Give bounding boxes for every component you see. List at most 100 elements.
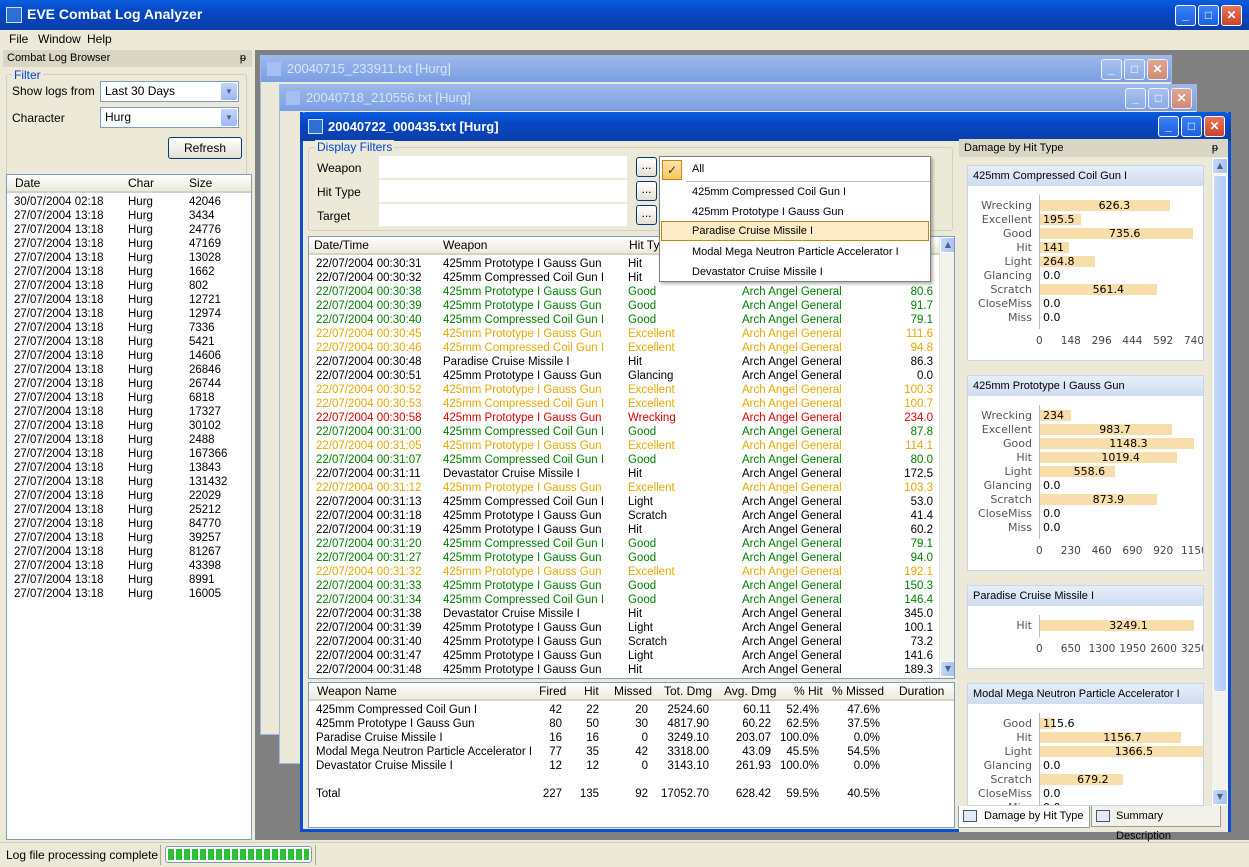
combat-log-table[interactable]: Date/Time Weapon Hit Type 22/07/2004 00:… [308, 236, 955, 679]
log-file-row[interactable]: 27/07/2004 13:18 Hurg 3434 [7, 209, 251, 223]
damage-panel-scrollbar[interactable]: ▲ ▼ [1211, 158, 1228, 806]
log-row[interactable]: 22/07/2004 00:31:38 Devastator Cruise Mis… [309, 607, 939, 621]
col-datetime[interactable]: Date/Time [314, 237, 369, 254]
log-row[interactable]: 22/07/2004 00:31:11 Devastator Cruise Mis… [309, 467, 939, 481]
dropdown-item-all[interactable]: All [692, 163, 704, 175]
dropdown-item-coil[interactable]: 425mm Compressed Coil Gun I [692, 186, 846, 198]
log-row[interactable]: 22/07/2004 00:31:34 425mm Compressed Coil… [309, 593, 939, 607]
pin-icon[interactable]: ᵽ [240, 50, 246, 67]
log-file-row[interactable]: 27/07/2004 13:18 Hurg 84770 [7, 517, 251, 531]
col-missed[interactable]: Missed [614, 683, 652, 700]
col-duration[interactable]: Duration [899, 683, 944, 700]
log-row[interactable]: 22/07/2004 00:31:07 425mm Compressed Coil… [309, 453, 939, 467]
log-row[interactable]: 22/07/2004 00:31:48 425mm Prototype I Gau… [309, 663, 939, 677]
col-tot-dmg[interactable]: Tot. Dmg [664, 683, 712, 700]
summary-row[interactable]: Devastator Cruise Missile I 12 12 0 3143.10 2… [309, 759, 954, 773]
log-file-row[interactable]: 27/07/2004 13:18 Hurg 16005 [7, 587, 251, 601]
log-file-row[interactable]: 27/07/2004 13:18 Hurg 802 [7, 279, 251, 293]
weapon-filter-button[interactable]: ... [636, 157, 657, 177]
close-button[interactable]: ✕ [1171, 88, 1192, 109]
log-file-row[interactable]: 27/07/2004 13:18 Hurg 24776 [7, 223, 251, 237]
col-char[interactable]: Char [128, 175, 154, 192]
log-row[interactable]: 22/07/2004 00:31:39 425mm Prototype I Gau… [309, 621, 939, 635]
menu-window[interactable]: Window [38, 32, 81, 46]
log-row[interactable]: 22/07/2004 00:30:53 425mm Compressed Coil… [309, 397, 939, 411]
maximize-button[interactable]: □ [1198, 5, 1219, 26]
chevron-down-icon[interactable]: ▼ [221, 109, 237, 126]
log-file-row[interactable]: 27/07/2004 13:18 Hurg 39257 [7, 531, 251, 545]
log-file-row[interactable]: 27/07/2004 13:18 Hurg 12974 [7, 307, 251, 321]
summary-row[interactable]: Modal Mega Neutron Particle Accelerator … [309, 745, 954, 759]
log-file-row[interactable]: 27/07/2004 13:18 Hurg 8991 [7, 573, 251, 587]
tab-damage-by-hit-type[interactable]: Damage by Hit Type [958, 806, 1090, 828]
maximize-button[interactable]: □ [1124, 59, 1145, 80]
log-row[interactable]: 22/07/2004 00:31:47 425mm Prototype I Gau… [309, 649, 939, 663]
show-logs-select[interactable]: Last 30 Days ▼ [100, 81, 239, 102]
target-filter-field[interactable] [379, 204, 627, 226]
weapon-filter-field[interactable] [379, 156, 627, 178]
log-file-row[interactable]: 27/07/2004 13:18 Hurg 26744 [7, 377, 251, 391]
log-row[interactable]: 22/07/2004 00:31:40 425mm Prototype I Gau… [309, 635, 939, 649]
log-row[interactable]: 22/07/2004 00:30:58 425mm Prototype I Gau… [309, 411, 939, 425]
log-row[interactable]: 22/07/2004 00:31:18 425mm Prototype I Gau… [309, 509, 939, 523]
pin-icon[interactable]: ᵽ [1212, 139, 1218, 157]
dropdown-item-modal[interactable]: Modal Mega Neutron Particle Accelerator … [692, 246, 899, 258]
log-row[interactable]: 22/07/2004 00:31:33 425mm Prototype I Gau… [309, 579, 939, 593]
log-row[interactable]: 22/07/2004 00:30:38 425mm Prototype I Gau… [309, 285, 939, 299]
log-file-row[interactable]: 27/07/2004 13:18 Hurg 14606 [7, 349, 251, 363]
minimize-button[interactable]: _ [1125, 88, 1146, 109]
tab-summary-description[interactable]: Summary Description [1091, 806, 1221, 842]
log-row[interactable]: 22/07/2004 00:31:27 425mm Prototype I Gau… [309, 551, 939, 565]
log-file-row[interactable]: 27/07/2004 13:18 Hurg 12721 [7, 293, 251, 307]
log-table-scrollbar[interactable]: ▲ ▼ [939, 237, 954, 678]
close-button[interactable]: ✕ [1221, 5, 1242, 26]
dropdown-item-gauss[interactable]: 425mm Prototype I Gauss Gun [692, 206, 844, 218]
all-checkbox[interactable]: ✓ [662, 160, 682, 180]
minimize-button[interactable]: _ [1175, 5, 1196, 26]
log-file-row[interactable]: 27/07/2004 13:18 Hurg 5421 [7, 335, 251, 349]
col-weapon-name[interactable]: Weapon Name [317, 683, 397, 700]
col-fired[interactable]: Fired [539, 683, 566, 700]
log-file-row[interactable]: 27/07/2004 13:18 Hurg 13028 [7, 251, 251, 265]
minimize-button[interactable]: _ [1158, 116, 1179, 137]
scroll-up-icon[interactable]: ▲ [940, 237, 954, 253]
log-file-row[interactable]: 27/07/2004 13:18 Hurg 167366 [7, 447, 251, 461]
menu-help[interactable]: Help [87, 32, 112, 46]
col-hit[interactable]: Hit [584, 683, 599, 700]
log-file-row[interactable]: 27/07/2004 13:18 Hurg 25212 [7, 503, 251, 517]
log-file-row[interactable]: 27/07/2004 13:18 Hurg 81267 [7, 545, 251, 559]
character-select[interactable]: Hurg ▼ [100, 107, 239, 128]
summary-table[interactable]: Weapon Name Fired Hit Missed Tot. Dmg Av… [308, 682, 955, 828]
log-row[interactable]: 22/07/2004 00:30:51 425mm Prototype I Gau… [309, 369, 939, 383]
log-row[interactable]: 22/07/2004 00:31:20 425mm Compressed Coil… [309, 537, 939, 551]
log-file-row[interactable]: 27/07/2004 13:18 Hurg 7336 [7, 321, 251, 335]
log-file-row[interactable]: 27/07/2004 13:18 Hurg 131432 [7, 475, 251, 489]
chevron-down-icon[interactable]: ▼ [221, 83, 237, 100]
refresh-button[interactable]: Refresh [168, 137, 242, 159]
hittype-filter-field[interactable] [379, 180, 627, 202]
log-row[interactable]: 22/07/2004 00:30:48 Paradise Cruise Missi… [309, 355, 939, 369]
col-avg-dmg[interactable]: Avg. Dmg [724, 683, 776, 700]
maximize-button[interactable]: □ [1181, 116, 1202, 137]
col-pct-missed[interactable]: % Missed [832, 683, 884, 700]
summary-total-row[interactable]: Total 227 135 92 17052.70 628.42 59.5% 40.5% [309, 787, 954, 801]
log-row[interactable]: 22/07/2004 00:30:45 425mm Prototype I Gau… [309, 327, 939, 341]
scroll-down-icon[interactable]: ▼ [1212, 789, 1228, 805]
log-file-row[interactable]: 27/07/2004 13:18 Hurg 1662 [7, 265, 251, 279]
log-row[interactable]: 22/07/2004 00:30:39 425mm Prototype I Gau… [309, 299, 939, 313]
log-row[interactable]: 22/07/2004 00:31:05 425mm Prototype I Gau… [309, 439, 939, 453]
dropdown-item-devastator[interactable]: Devastator Cruise Missile I [692, 266, 823, 278]
log-file-row[interactable]: 27/07/2004 13:18 Hurg 30102 [7, 419, 251, 433]
log-file-row[interactable]: 27/07/2004 13:18 Hurg 22029 [7, 489, 251, 503]
log-file-list[interactable]: Date Char Size 30/07/2004 02:18 Hurg 42046… [6, 174, 252, 840]
minimize-button[interactable]: _ [1101, 59, 1122, 80]
scroll-down-icon[interactable]: ▼ [940, 661, 954, 677]
log-row[interactable]: 22/07/2004 00:31:12 425mm Prototype I Gau… [309, 481, 939, 495]
col-size[interactable]: Size [189, 175, 212, 192]
maximize-button[interactable]: □ [1148, 88, 1169, 109]
summary-row[interactable]: Paradise Cruise Missile I 16 16 0 3249.10 203… [309, 731, 954, 745]
log-row[interactable]: 22/07/2004 00:31:32 425mm Prototype I Gau… [309, 565, 939, 579]
log-file-row[interactable]: 27/07/2004 13:18 Hurg 43398 [7, 559, 251, 573]
log-row[interactable]: 22/07/2004 00:31:00 425mm Compressed Coil… [309, 425, 939, 439]
log-row[interactable]: 22/07/2004 00:31:13 425mm Compressed Coil… [309, 495, 939, 509]
